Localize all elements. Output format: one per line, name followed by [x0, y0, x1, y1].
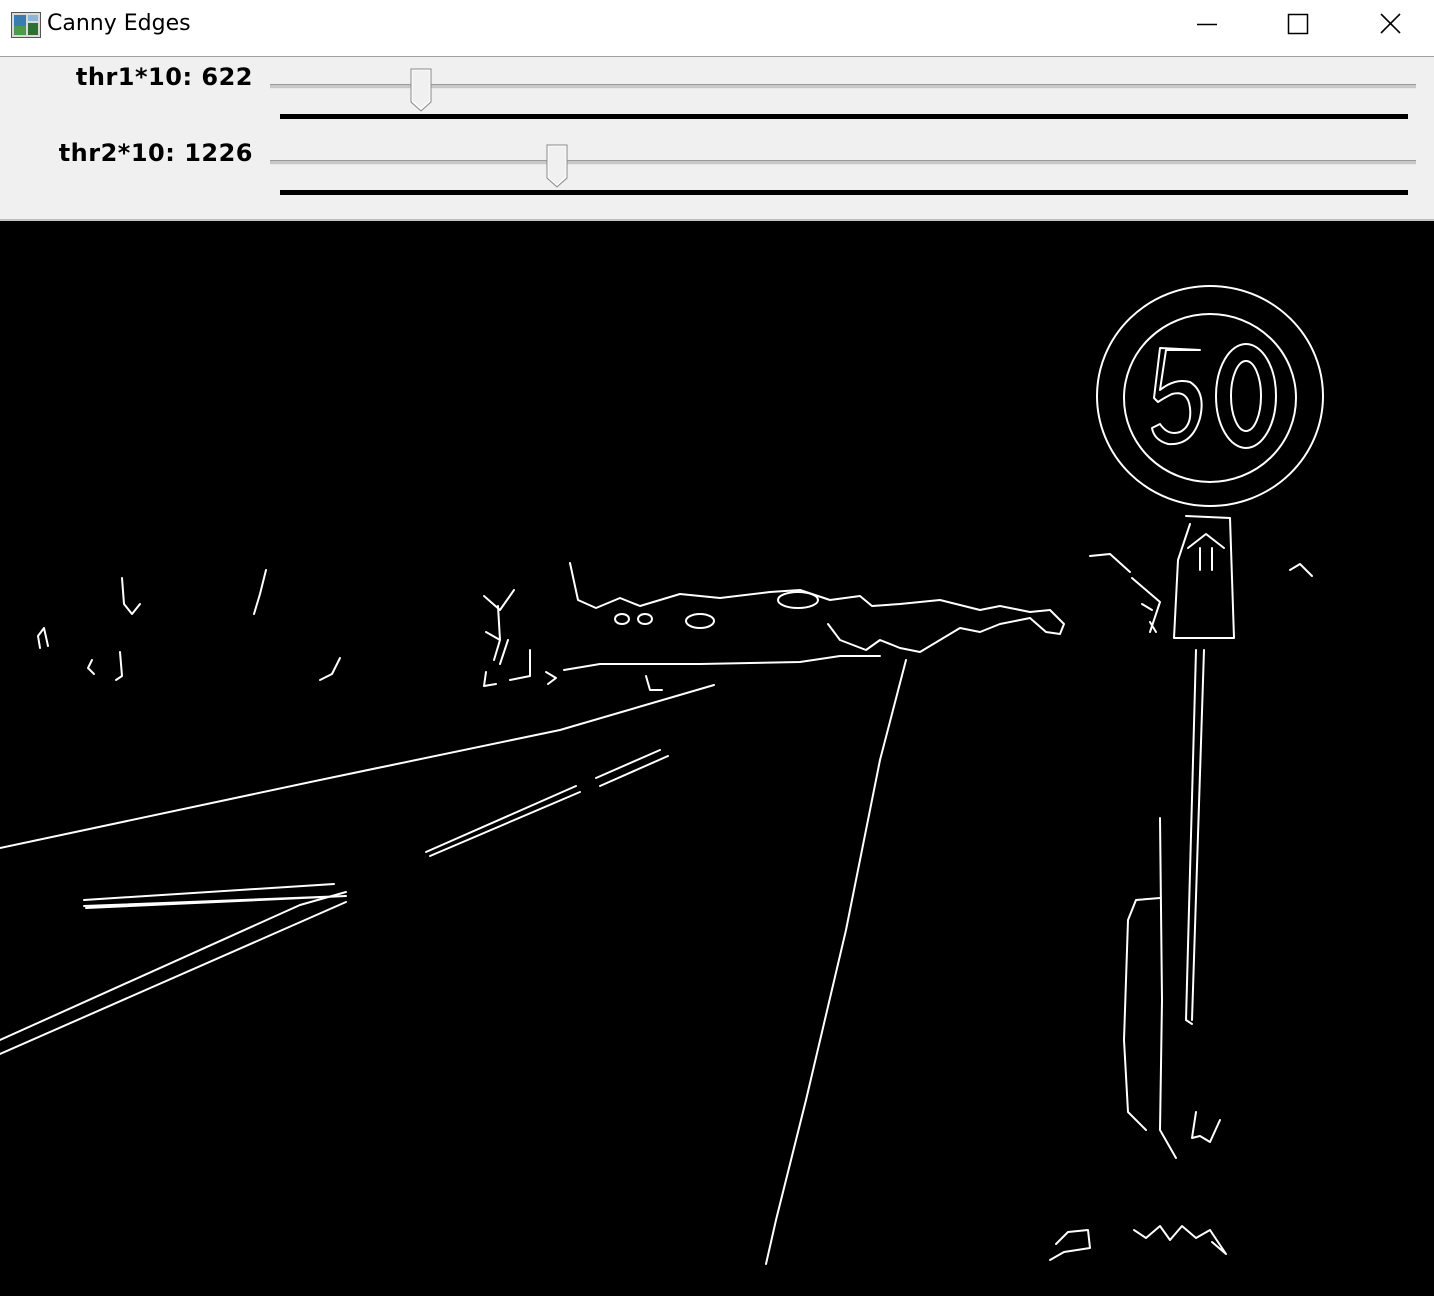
trackbar-thr1-thumb[interactable]: [410, 68, 432, 112]
maximize-icon: [1287, 13, 1309, 35]
maximize-button[interactable]: [1252, 0, 1344, 50]
canny-edge-image: [0, 285, 1324, 1265]
trackbar-thr2-thumb[interactable]: [546, 144, 568, 188]
trackbar-thr2: thr2*10: 1226: [0, 133, 1434, 195]
trackbar-panel: thr1*10: 622 thr2*10: 1226: [0, 57, 1434, 219]
title-bar[interactable]: Canny Edges: [0, 0, 1434, 52]
trackbar-thr2-track[interactable]: [270, 160, 1416, 165]
app-window-icon: [11, 12, 41, 38]
close-icon: [1380, 13, 1401, 34]
trackbar-thr1-label: thr1*10: 622: [75, 63, 253, 91]
trackbar-thr1-track[interactable]: [270, 84, 1416, 89]
trackbar-thr2-ticks: [280, 190, 1408, 195]
edge-image-canvas[interactable]: [0, 221, 1434, 1296]
ground-edges: [1049, 817, 1227, 1261]
minimize-button[interactable]: [1160, 0, 1252, 50]
minimize-icon: [1197, 23, 1217, 26]
window-title: Canny Edges: [47, 11, 191, 36]
close-button[interactable]: [1344, 0, 1434, 50]
trackbar-thr1: thr1*10: 622: [0, 57, 1434, 119]
road-edges: [0, 659, 907, 1265]
trackbar-thr2-label: thr2*10: 1226: [58, 139, 253, 167]
trackbar-thr1-ticks: [280, 114, 1408, 119]
horizon-edges: [37, 553, 1313, 691]
